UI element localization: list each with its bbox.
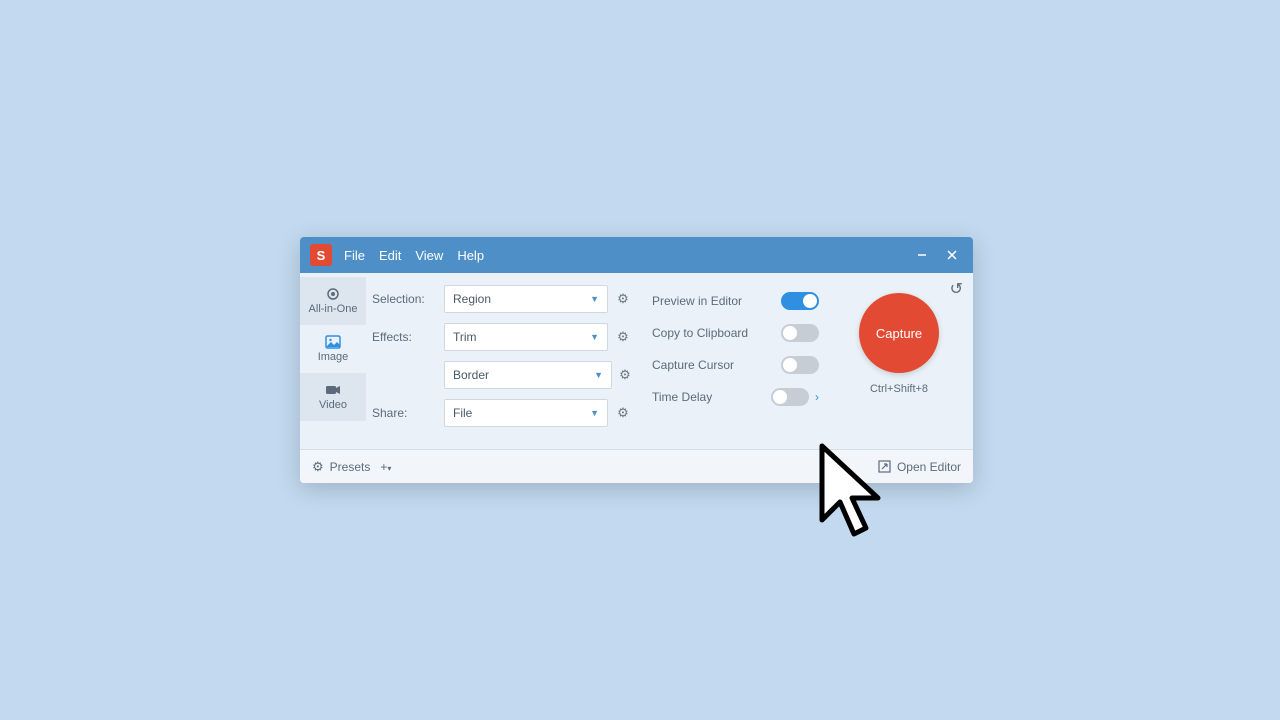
delay-toggle[interactable] [771,388,809,406]
cursor-toggle[interactable] [781,356,819,374]
dropdown-value: Border [453,368,489,382]
effects-dropdown-2[interactable]: Border ▼ [444,361,612,389]
undo-icon: ↺ [950,281,963,298]
preview-label: Preview in Editor [652,294,742,308]
tab-video[interactable]: Video [300,373,366,421]
selection-label: Selection: [372,292,444,306]
delay-label: Time Delay [652,390,712,404]
add-preset-button[interactable]: +▾ [380,460,391,474]
minimize-button[interactable] [907,237,937,273]
menu-bar: File Edit View Help [344,248,484,263]
tab-image[interactable]: Image [300,325,366,373]
share-label: Share: [372,406,444,420]
settings-column: Selection: Region ▼ ⚙ Effects: Trim ▼ ⚙ [372,285,634,437]
main-area: All-in-One Image Video Selection: Region… [300,273,973,449]
capture-label: Capture [876,326,922,341]
tab-label: All-in-One [309,303,358,315]
chevron-down-icon: ▼ [590,408,599,418]
undo-button[interactable]: ↺ [950,279,963,299]
open-editor-label: Open Editor [897,460,961,474]
dropdown-value: Region [453,292,491,306]
app-logo-icon: S [310,244,332,266]
delay-expand-button[interactable]: › [815,390,819,404]
capture-button[interactable]: Capture [859,293,939,373]
menu-view[interactable]: View [415,248,443,263]
effects-1-settings-button[interactable]: ⚙ [612,323,634,351]
target-icon [324,287,342,301]
menu-help[interactable]: Help [457,248,484,263]
content: Selection: Region ▼ ⚙ Effects: Trim ▼ ⚙ [366,273,973,449]
close-button[interactable] [937,237,967,273]
selection-dropdown[interactable]: Region ▼ [444,285,608,313]
tab-label: Image [318,351,349,363]
open-editor-button[interactable]: Open Editor [878,460,961,474]
share-dropdown[interactable]: File ▼ [444,399,608,427]
mode-tabs: All-in-One Image Video [300,273,366,449]
minimize-icon [916,249,928,261]
effects-2-settings-button[interactable]: ⚙ [616,361,634,389]
image-icon [324,335,342,349]
tab-label: Video [319,399,347,411]
capture-column: ↺ Capture Ctrl+Shift+8 [839,285,959,437]
clipboard-label: Copy to Clipboard [652,326,748,340]
gear-icon: ⚙ [617,329,629,345]
video-icon [324,383,342,397]
gear-icon: ⚙ [312,459,324,475]
share-settings-button[interactable]: ⚙ [612,399,634,427]
presets-button[interactable]: Presets [330,460,371,474]
toggles-column: Preview in Editor Copy to Clipboard Capt… [652,285,821,437]
gear-icon: ⚙ [617,291,629,307]
titlebar: S File Edit View Help [300,237,973,273]
footer: ⚙ Presets +▾ Open Editor [300,449,973,483]
tab-all-in-one[interactable]: All-in-One [300,277,366,325]
chevron-down-icon: ▼ [590,332,599,342]
effects-dropdown-1[interactable]: Trim ▼ [444,323,608,351]
gear-icon: ⚙ [617,405,629,421]
menu-edit[interactable]: Edit [379,248,401,263]
dropdown-value: File [453,406,472,420]
capture-window: S File Edit View Help All-in-One Image [300,237,973,483]
cursor-label: Capture Cursor [652,358,734,372]
open-editor-icon [878,460,891,473]
menu-file[interactable]: File [344,248,365,263]
effects-label: Effects: [372,330,444,344]
clipboard-toggle[interactable] [781,324,819,342]
chevron-down-icon: ▼ [590,294,599,304]
selection-settings-button[interactable]: ⚙ [612,285,634,313]
dropdown-value: Trim [453,330,477,344]
close-icon [946,249,958,261]
gear-icon: ⚙ [619,367,631,383]
chevron-down-icon: ▼ [594,370,603,380]
preview-toggle[interactable] [781,292,819,310]
capture-hotkey: Ctrl+Shift+8 [870,383,928,395]
